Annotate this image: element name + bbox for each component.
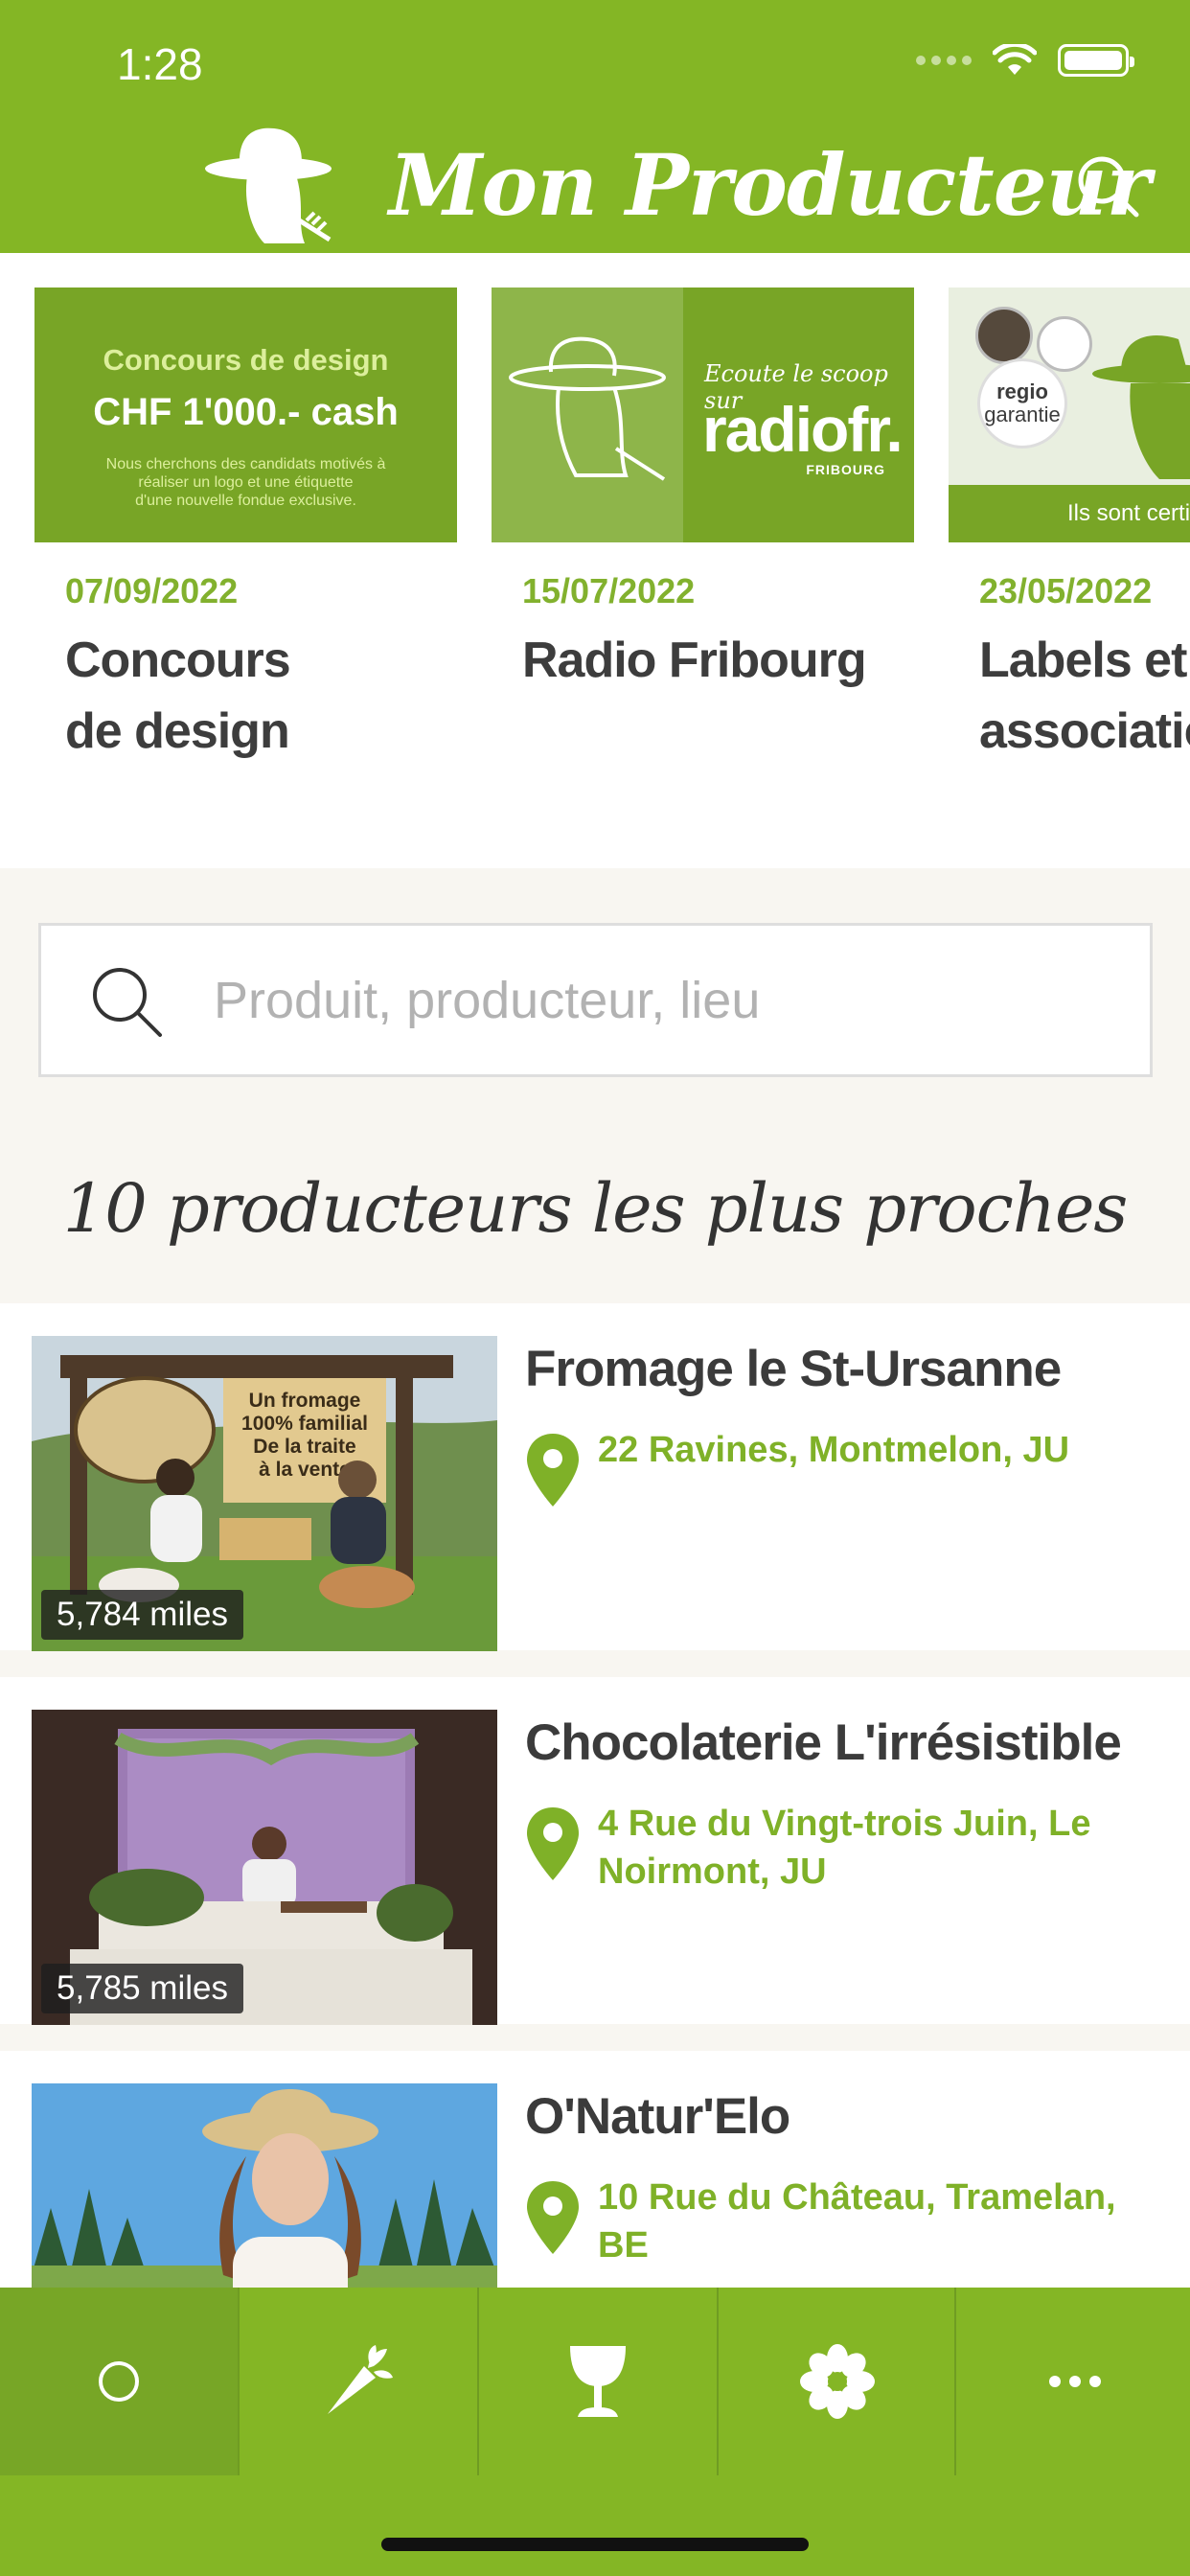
- tab-bar: [0, 2288, 1190, 2576]
- sign-text: De la traite: [253, 1436, 355, 1458]
- section-title: 10 producteurs les plus proches: [62, 1169, 1129, 1248]
- news-image: Ecoute le scoop sur radiofr. FRIBOURG: [492, 288, 914, 542]
- regio-label: regio: [996, 380, 1048, 403]
- app-title: Mon Producteur: [389, 135, 1151, 235]
- status-time: 1:28: [117, 39, 203, 89]
- news-image: Concours de design CHF 1'000.- cash Nous…: [34, 288, 457, 542]
- brand: Mon Producteur: [205, 125, 1151, 245]
- farmer-logo-icon: [509, 336, 666, 481]
- news-title: Labels etassociations: [979, 632, 1190, 759]
- news-carousel[interactable]: Concours de design CHF 1'000.- cash Nous…: [0, 253, 1190, 868]
- news-date: 07/09/2022: [65, 571, 239, 610]
- wifi-icon: [993, 44, 1037, 75]
- sign-text: Un fromage: [249, 1390, 361, 1412]
- home-indicator[interactable]: [381, 2538, 809, 2551]
- news-date: 15/07/2022: [522, 571, 696, 610]
- producer-item[interactable]: Un fromage 100% familial De la traite à …: [0, 1303, 1190, 1651]
- news-title: Concours de design: [65, 632, 291, 759]
- search-icon: [93, 968, 162, 1037]
- contest-text-line: Nous cherchons des candidats motivés à: [105, 456, 386, 472]
- app-header: 1:28 Mon Producteur: [0, 0, 1190, 253]
- battery-icon: [1058, 44, 1134, 77]
- news-card[interactable]: Ecoute le scoop sur radiofr. FRIBOURG 15…: [492, 288, 914, 696]
- signal-icon: [916, 56, 972, 65]
- tab-flowers[interactable]: [719, 2288, 956, 2475]
- distance-badge: 5,785 miles: [41, 1964, 243, 2013]
- search-input[interactable]: [214, 926, 1076, 1074]
- sign-text: 100% familial: [241, 1413, 368, 1435]
- news-image: regio garantie Ils sont certifiés: [949, 288, 1190, 542]
- more-icon: [1049, 2376, 1101, 2387]
- producer-photo: Un fromage 100% familial De la traite à …: [32, 1336, 497, 1651]
- flower-icon: [800, 2344, 875, 2419]
- news-title: Radio Fribourg: [522, 632, 867, 688]
- news-date: 23/05/2022: [979, 571, 1153, 610]
- tab-more[interactable]: [956, 2288, 1190, 2475]
- status-icons: [916, 44, 1134, 77]
- farmer-logo-icon: [1092, 335, 1190, 479]
- contest-heading: Concours de design: [103, 343, 389, 377]
- circle-icon: [99, 2361, 139, 2402]
- producer-name: Fromage le St-Ursanne: [525, 1341, 1062, 1397]
- labels-band-text: Ils sont certifiés: [949, 485, 1190, 542]
- producer-address: 4 Rue du Vingt-trois Juin, Le Noirmont, …: [598, 1804, 1091, 1892]
- producer-name: O'Natur'Elo: [525, 2088, 790, 2145]
- location-pin-icon: [527, 1807, 579, 1880]
- producer-name: Chocolaterie L'irrésistible: [525, 1714, 1122, 1771]
- producer-item[interactable]: 5,785 miles Chocolaterie L'irrésistible …: [0, 1677, 1190, 2025]
- tab-home[interactable]: [0, 2288, 238, 2475]
- tab-drinks[interactable]: [479, 2288, 717, 2475]
- radio-logo: radiofr.: [702, 394, 904, 465]
- contest-text-line: réaliser un logo et une étiquette: [138, 474, 354, 491]
- sign-text: à la vente: [259, 1459, 351, 1481]
- contest-text-line: d'une nouvelle fondue exclusive.: [135, 493, 356, 509]
- location-pin-icon: [527, 2181, 579, 2254]
- carrot-icon: [328, 2345, 393, 2414]
- location-pin-icon: [527, 1434, 579, 1506]
- tab-vegetables[interactable]: [240, 2288, 477, 2475]
- contest-prize: CHF 1'000.- cash: [93, 391, 399, 433]
- regio-label: garantie: [984, 402, 1061, 426]
- producer-address: 22 Ravines, Montmelon, JU: [598, 1430, 1070, 1470]
- search-bar[interactable]: [38, 923, 1153, 1077]
- search-icon[interactable]: [1075, 153, 1140, 218]
- news-card[interactable]: Concours de design CHF 1'000.- cash Nous…: [34, 288, 457, 767]
- producer-photo: 5,785 miles: [32, 1710, 497, 2025]
- wine-glass-icon: [570, 2346, 626, 2417]
- radio-city: FRIBOURG: [806, 462, 885, 477]
- farmer-logo-icon: [205, 127, 332, 243]
- producer-address: 10 Rue du Château, Tramelan, BE: [598, 2177, 1116, 2266]
- distance-badge: 5,784 miles: [41, 1590, 243, 1640]
- news-card[interactable]: regio garantie Ils sont certifiés 23/05/…: [949, 288, 1190, 767]
